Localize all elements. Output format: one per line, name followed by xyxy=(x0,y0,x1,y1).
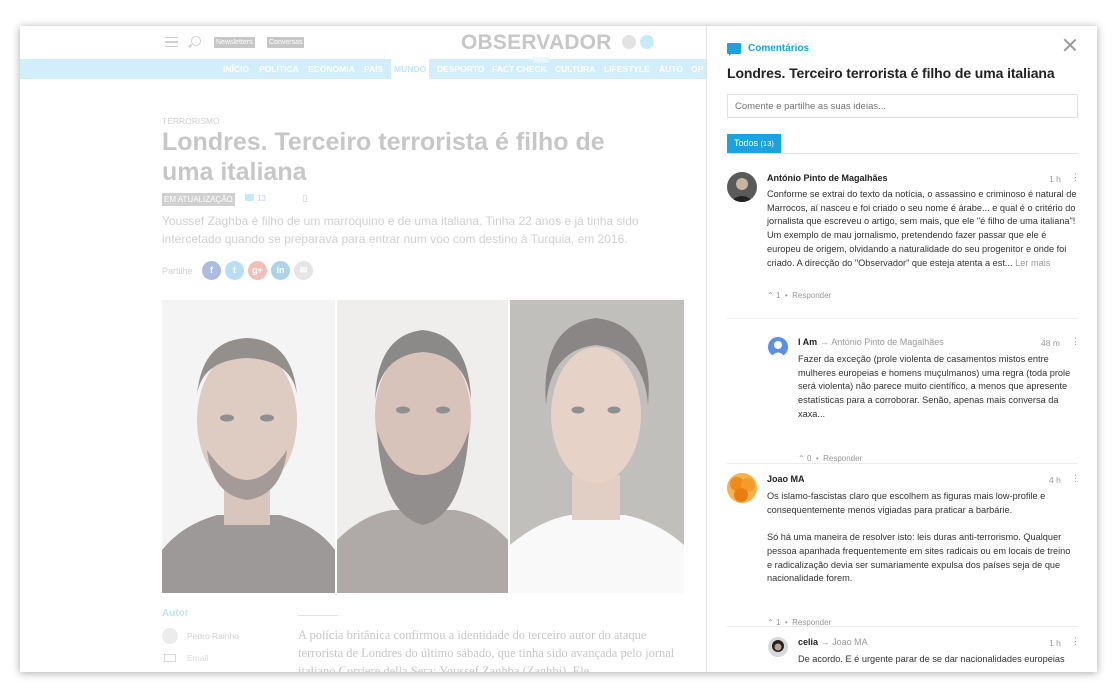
nav-item-inicio[interactable]: INÍCIO xyxy=(223,59,249,79)
nav-item-economia[interactable]: ECONOMIA xyxy=(308,59,355,79)
comment-text: Fazer da exceção (prole violenta de casa… xyxy=(798,354,1071,419)
upvote-icon[interactable]: ⌃ xyxy=(767,291,774,300)
comment-count-link[interactable]: 13 xyxy=(245,194,266,203)
logo-dot-grey xyxy=(622,35,636,49)
comment-author: I Am → António Pinto de Magalhães xyxy=(798,337,944,347)
site-logo[interactable]: OBSERVADOR xyxy=(461,31,612,55)
comment-divider xyxy=(727,463,1078,464)
comment-divider xyxy=(727,626,1078,627)
article-page: Newsletters Conversas OBSERVADOR INÍCIO … xyxy=(20,26,706,672)
section-nav: INÍCIO POLÍTICA ECONOMIA PAÍS MUNDO DESP… xyxy=(20,57,706,79)
author-email-link[interactable]: Email xyxy=(187,653,208,663)
top-bar: Newsletters Conversas OBSERVADOR xyxy=(20,26,706,59)
menu-icon[interactable] xyxy=(165,37,178,47)
suspect-photo-3 xyxy=(510,300,684,593)
comment-time[interactable]: 1 h xyxy=(1049,638,1061,648)
comments-panel: Comentários Londres. Terceiro terrorista… xyxy=(706,26,1097,672)
suspect-photo-1 xyxy=(162,300,335,593)
logo-dot-blue xyxy=(640,35,654,49)
comment-time[interactable]: 48 m xyxy=(1041,338,1060,348)
comment-author[interactable]: Joao MA xyxy=(767,474,805,484)
comment-menu-icon[interactable]: ⋮ xyxy=(1071,172,1080,183)
comments-icon xyxy=(727,43,741,56)
comments-header: Comentários xyxy=(748,43,810,54)
nav-item-pais[interactable]: PAÍS xyxy=(364,59,383,79)
author-name[interactable]: Pedro Rainho xyxy=(187,631,239,641)
suspect-photo-2 xyxy=(337,300,508,593)
tab-divider xyxy=(727,153,1078,154)
reply-arrow-icon: → xyxy=(820,637,830,647)
comment-menu-icon[interactable]: ⋮ xyxy=(1071,636,1080,647)
article-photo-collage[interactable] xyxy=(162,300,684,593)
conversas-link[interactable]: Conversas xyxy=(267,37,305,48)
avatar[interactable] xyxy=(768,337,788,357)
newsletters-link[interactable]: Newsletters xyxy=(214,37,255,48)
bookmark-icon[interactable] xyxy=(303,195,307,202)
reply-arrow-icon: → xyxy=(819,337,829,347)
browser-frame: Newsletters Conversas OBSERVADOR INÍCIO … xyxy=(20,26,1097,672)
new-badge: NEW xyxy=(533,57,549,63)
tab-todos[interactable]: Todos (13) xyxy=(727,134,781,153)
author-avatar[interactable] xyxy=(162,628,178,644)
upvote-icon[interactable]: ⌃ xyxy=(798,454,805,463)
reply-link[interactable]: Responder xyxy=(823,454,862,463)
nav-item-politica[interactable]: POLÍTICA xyxy=(259,59,299,79)
comment-text: Os islamo-fascistas claro que escolhem a… xyxy=(767,491,1071,584)
article-headline: Londres. Terceiro terrorista é filho de … xyxy=(162,128,605,186)
comment-author: celia → Joao MA xyxy=(798,637,868,647)
close-icon[interactable] xyxy=(1063,38,1077,52)
mail-icon xyxy=(164,654,176,662)
twitter-share-button[interactable]: t xyxy=(225,261,244,280)
comments-article-title: Londres. Terceiro terrorista é filho de … xyxy=(727,65,1055,81)
avatar[interactable] xyxy=(768,637,788,657)
nav-item-opiniao[interactable]: OP xyxy=(691,59,703,79)
author-label: Autor xyxy=(162,608,189,619)
comment-menu-icon[interactable]: ⋮ xyxy=(1071,336,1080,347)
article-kicker[interactable]: TERRORISMO xyxy=(162,116,220,126)
update-badge: EM ATUALIZAÇÃO xyxy=(162,193,235,206)
avatar[interactable] xyxy=(727,473,757,503)
article-body: A polícia britânica confirmou a identida… xyxy=(298,628,675,672)
comment-actions: ⌃ 1 • Responder xyxy=(767,291,832,300)
googleplus-share-button[interactable]: g+ xyxy=(248,261,267,280)
nav-item-mundo[interactable]: MUNDO xyxy=(391,59,430,79)
nav-item-lifestyle[interactable]: LIFESTYLE xyxy=(604,59,650,79)
read-more-link[interactable]: Ler mais xyxy=(1015,258,1050,268)
comment-text: Conforme se extrai do texto da notícia, … xyxy=(767,189,1077,268)
comment-text: De acordo. E é urgente parar de se dar n… xyxy=(798,654,1065,664)
comment-time[interactable]: 4 h xyxy=(1049,475,1061,485)
email-share-button[interactable]: ✉ xyxy=(294,261,313,280)
comment-menu-icon[interactable]: ⋮ xyxy=(1071,473,1080,484)
article-lead: Youssef Zaghba é filho de um marroquino … xyxy=(162,214,639,246)
reply-link[interactable]: Responder xyxy=(792,291,831,300)
nav-item-auto[interactable]: AUTO xyxy=(659,59,683,79)
avatar[interactable] xyxy=(727,172,757,202)
comment-icon xyxy=(245,194,254,201)
body-divider xyxy=(298,615,338,616)
nav-item-cultura[interactable]: CULTURA xyxy=(555,59,595,79)
share-label: Partilhe xyxy=(162,266,193,276)
search-icon[interactable] xyxy=(191,36,201,46)
facebook-share-button[interactable]: f xyxy=(202,261,221,280)
comment-input[interactable] xyxy=(727,94,1078,118)
comment-time[interactable]: 1 h xyxy=(1049,174,1061,184)
linkedin-share-button[interactable]: in xyxy=(271,261,290,280)
comment-divider xyxy=(727,318,1078,319)
comment-author[interactable]: António Pinto de Magalhães xyxy=(767,173,888,183)
comment-actions: ⌃ 0 • Responder xyxy=(798,454,863,463)
nav-item-desporto[interactable]: DESPORTO xyxy=(437,59,485,79)
